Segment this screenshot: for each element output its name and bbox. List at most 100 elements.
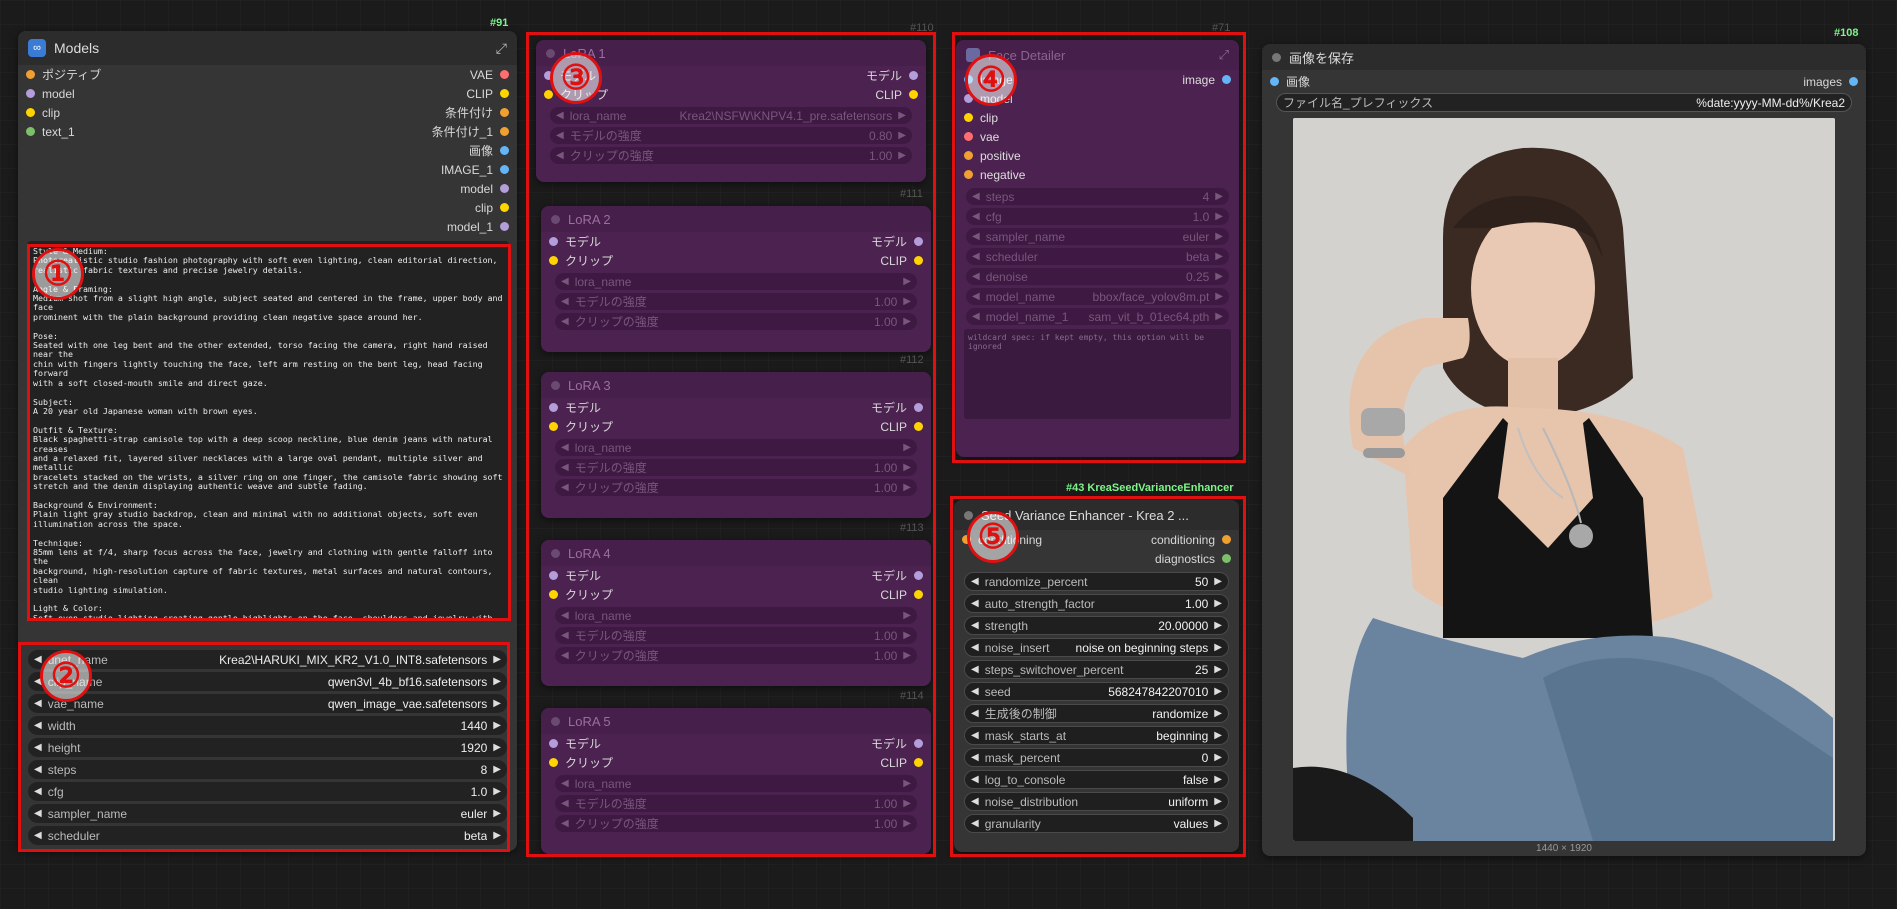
lora-header[interactable]: LoRA 2 — [541, 206, 931, 232]
widget-seed-3[interactable]: ◀ noise_insert noise on beginning steps ▶ — [964, 638, 1229, 657]
increment-arrow-icon[interactable]: ▶ — [903, 630, 911, 641]
expand-icon[interactable]: ⤢ — [496, 40, 507, 57]
increment-arrow-icon[interactable]: ▶ — [1214, 708, 1222, 719]
output-slot-dot[interactable] — [26, 89, 35, 98]
widget-lora-1[interactable]: ◀ モデルの強度 1.00 ▶ — [555, 459, 917, 476]
widget-lora-2[interactable]: ◀ クリップの強度 1.00 ▶ — [555, 647, 917, 664]
seed-output-slot-1[interactable] — [1222, 535, 1231, 544]
input-slot-dot[interactable] — [549, 237, 558, 246]
widget-detailer-0[interactable]: ◀ steps 4 ▶ — [966, 188, 1229, 205]
input-slot-dot[interactable] — [544, 90, 553, 99]
output-slot-dot[interactable] — [914, 403, 923, 412]
decrement-arrow-icon[interactable]: ◀ — [556, 110, 564, 121]
output-slot-dot[interactable] — [914, 590, 923, 599]
decrement-arrow-icon[interactable]: ◀ — [561, 442, 569, 453]
output-slot-dot[interactable] — [914, 571, 923, 580]
increment-arrow-icon[interactable]: ▶ — [903, 462, 911, 473]
output-slot-dot[interactable] — [909, 90, 918, 99]
decrement-arrow-icon[interactable]: ◀ — [556, 150, 564, 161]
increment-arrow-icon[interactable]: ▶ — [1215, 291, 1223, 302]
output-slot-dot[interactable] — [1222, 75, 1231, 84]
increment-arrow-icon[interactable]: ▶ — [898, 130, 906, 141]
increment-arrow-icon[interactable]: ▶ — [493, 808, 501, 819]
detailer-expand-icon[interactable]: ⤢ — [1219, 47, 1229, 63]
widget-unet-name[interactable]: ◀unet_nameKrea2\HARUKI_MIX_KR2_V1.0_INT8… — [28, 650, 507, 669]
widget-lora-2[interactable]: ◀ クリップの強度 1.00 ▶ — [555, 313, 917, 330]
increment-arrow-icon[interactable]: ▶ — [903, 650, 911, 661]
widget-detailer-6[interactable]: ◀ model_name_1 sam_vit_b_01ec64.pth ▶ — [966, 308, 1229, 325]
decrement-arrow-icon[interactable]: ◀ — [561, 630, 569, 641]
widget-seed-11[interactable]: ◀ granularity values ▶ — [964, 814, 1229, 833]
output-slot-dot[interactable] — [500, 108, 509, 117]
increment-arrow-icon[interactable]: ▶ — [1214, 664, 1222, 675]
increment-arrow-icon[interactable]: ▶ — [1215, 191, 1223, 202]
prompt-textarea[interactable]: Style & Medium: Photorealistic studio fa… — [27, 241, 509, 619]
increment-arrow-icon[interactable]: ▶ — [493, 720, 501, 731]
widget-height[interactable]: ◀ height 1920 ▶ — [28, 738, 507, 757]
input-slot-dot[interactable] — [549, 403, 558, 412]
output-slot-dot[interactable] — [914, 256, 923, 265]
widget-lora-0[interactable]: ◀ lora_name ▶ — [555, 775, 917, 792]
decrement-arrow-icon[interactable]: ◀ — [34, 698, 42, 709]
output-slot-dot[interactable] — [909, 71, 918, 80]
widget-lora-2[interactable]: ◀ クリップの強度 1.00 ▶ — [555, 479, 917, 496]
increment-arrow-icon[interactable]: ▶ — [493, 786, 501, 797]
save-header[interactable]: 画像を保存 — [1262, 44, 1866, 70]
widget-seed-5[interactable]: ◀ seed 568247842207010 ▶ — [964, 682, 1229, 701]
widget-seed-4[interactable]: ◀ steps_switchover_percent 25 ▶ — [964, 660, 1229, 679]
decrement-arrow-icon[interactable]: ◀ — [561, 778, 569, 789]
decrement-arrow-icon[interactable]: ◀ — [561, 818, 569, 829]
increment-arrow-icon[interactable]: ▶ — [1214, 598, 1222, 609]
decrement-arrow-icon[interactable]: ◀ — [972, 311, 980, 322]
filename-prefix-field[interactable]: ファイル名_プレフィックス %date:yyyy-MM-dd%/Krea2 — [1276, 93, 1852, 112]
increment-arrow-icon[interactable]: ▶ — [903, 296, 911, 307]
input-slot-dot[interactable] — [549, 758, 558, 767]
increment-arrow-icon[interactable]: ▶ — [493, 698, 501, 709]
lora-node-5[interactable]: LoRA 5 モデル モデル クリップ CLIP ◀ lora_name ▶ ◀ モデルの強度 1.… — [541, 708, 931, 854]
widget-clip-name[interactable]: ◀clip_nameqwen3vl_4b_bf16.safetensors▶ — [28, 672, 507, 691]
widget-seed-9[interactable]: ◀ log_to_console false ▶ — [964, 770, 1229, 789]
increment-arrow-icon[interactable]: ▶ — [903, 276, 911, 287]
lora-node-3[interactable]: LoRA 3 モデル モデル クリップ CLIP ◀ lora_name ▶ ◀ モデルの強度 1.… — [541, 372, 931, 518]
widget-lora-0[interactable]: ◀ lora_name Krea2\NSFW\KNPV4.1_pre.safeten… — [550, 107, 912, 124]
decrement-arrow-icon[interactable]: ◀ — [34, 830, 42, 841]
increment-arrow-icon[interactable]: ▶ — [1214, 730, 1222, 741]
output-slot-dot[interactable] — [914, 422, 923, 431]
widget-seed-7[interactable]: ◀ mask_starts_at beginning ▶ — [964, 726, 1229, 745]
decrement-arrow-icon[interactable]: ◀ — [971, 796, 979, 807]
save-input-slot[interactable] — [1270, 77, 1279, 86]
decrement-arrow-icon[interactable]: ◀ — [34, 764, 42, 775]
lora-node-4[interactable]: LoRA 4 モデル モデル クリップ CLIP ◀ lora_name ▶ ◀ モデルの強度 1.… — [541, 540, 931, 686]
decrement-arrow-icon[interactable]: ◀ — [972, 251, 980, 262]
lora-collapse-dot[interactable] — [546, 48, 555, 58]
decrement-arrow-icon[interactable]: ◀ — [561, 798, 569, 809]
output-slot-dot[interactable] — [26, 108, 35, 117]
increment-arrow-icon[interactable]: ▶ — [493, 676, 501, 687]
widget-detailer-4[interactable]: ◀ denoise 0.25 ▶ — [966, 268, 1229, 285]
decrement-arrow-icon[interactable]: ◀ — [972, 231, 980, 242]
widget-lora-1[interactable]: ◀ モデルの強度 1.00 ▶ — [555, 627, 917, 644]
output-slot-dot[interactable] — [500, 222, 509, 231]
decrement-arrow-icon[interactable]: ◀ — [971, 708, 979, 719]
increment-arrow-icon[interactable]: ▶ — [1215, 311, 1223, 322]
increment-arrow-icon[interactable]: ▶ — [1215, 211, 1223, 222]
increment-arrow-icon[interactable]: ▶ — [493, 764, 501, 775]
input-slot-dot[interactable] — [549, 256, 558, 265]
input-slot-dot[interactable] — [964, 151, 973, 160]
widget-detailer-5[interactable]: ◀ model_name bbox/face_yolov8m.pt ▶ — [966, 288, 1229, 305]
increment-arrow-icon[interactable]: ▶ — [898, 110, 906, 121]
output-slot-dot[interactable] — [26, 127, 35, 136]
save-output-slot[interactable] — [1849, 77, 1858, 86]
decrement-arrow-icon[interactable]: ◀ — [971, 620, 979, 631]
decrement-arrow-icon[interactable]: ◀ — [34, 742, 42, 753]
widget-lora-2[interactable]: ◀ クリップの強度 1.00 ▶ — [550, 147, 912, 164]
input-slot-dot[interactable] — [549, 590, 558, 599]
increment-arrow-icon[interactable]: ▶ — [903, 610, 911, 621]
decrement-arrow-icon[interactable]: ◀ — [971, 686, 979, 697]
output-slot-dot[interactable] — [500, 89, 509, 98]
increment-arrow-icon[interactable]: ▶ — [1214, 576, 1222, 587]
decrement-arrow-icon[interactable]: ◀ — [561, 296, 569, 307]
widget-lora-2[interactable]: ◀ クリップの強度 1.00 ▶ — [555, 815, 917, 832]
decrement-arrow-icon[interactable]: ◀ — [561, 610, 569, 621]
increment-arrow-icon[interactable]: ▶ — [493, 654, 501, 665]
